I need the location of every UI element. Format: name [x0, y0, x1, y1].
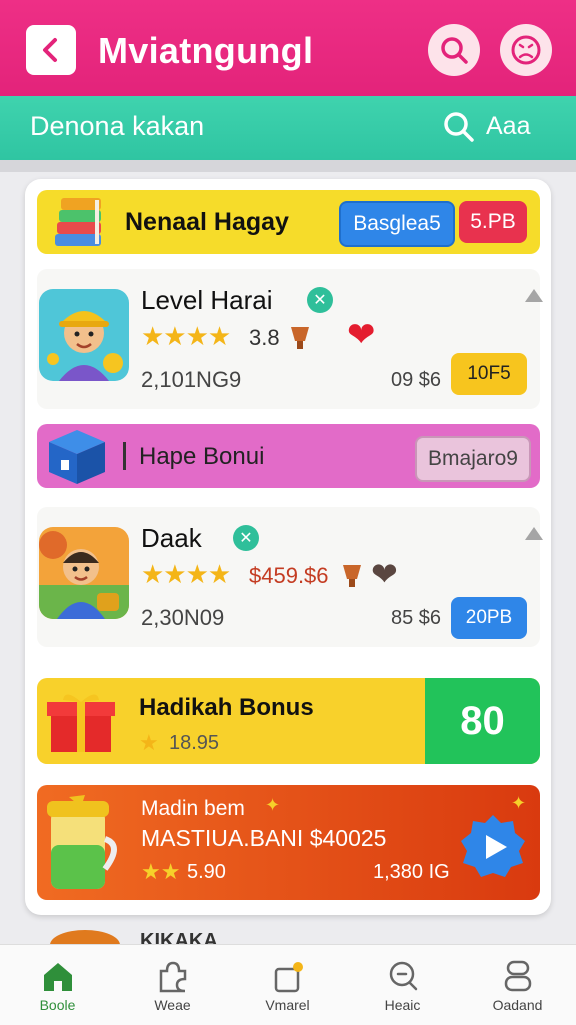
nav-label: Weae — [154, 997, 191, 1013]
jar-icon — [47, 795, 117, 889]
nav-item-oadand[interactable]: Oadand — [460, 945, 575, 1025]
bonus-banner[interactable]: Hape Bonui Bmajaro9 — [37, 424, 540, 488]
trophy-icon — [291, 327, 309, 349]
nav-label: Boole — [39, 997, 76, 1013]
partial-item-title: KIKAKA — [140, 930, 218, 944]
nav-item-weae[interactable]: Weae — [115, 945, 230, 1025]
separator — [123, 442, 126, 470]
books-icon — [55, 198, 101, 246]
gift-icon — [47, 694, 115, 752]
sub-header: Denona kakan Aaa — [0, 96, 576, 160]
game-price: 09 $6 — [391, 369, 442, 391]
chevron-left-icon — [43, 38, 57, 62]
madin-line1: Madin bem — [141, 797, 245, 820]
puzzle-icon — [159, 961, 187, 993]
header-search-button[interactable] — [428, 24, 480, 76]
game-row[interactable]: Daak ✕ ★★★★ $459.$6 ❤ 2,30N09 85 $6 20PB — [37, 507, 543, 647]
game-action-button[interactable]: 20PB — [451, 597, 527, 639]
nav-label: Heaic — [384, 997, 421, 1013]
bonus-button[interactable]: Bmajaro9 — [415, 436, 531, 482]
verified-icon: ✕ — [233, 525, 259, 551]
madin-banner[interactable]: Madin bem ✦ MASTIUA.BANI $40025 ★★ 5.90 … — [37, 785, 540, 900]
game-title: Level Harai — [141, 285, 273, 315]
star-icon: ★ — [139, 730, 159, 755]
verified-icon: ✕ — [307, 287, 333, 313]
nav-label: Vmarel — [265, 997, 310, 1013]
menu-triangle-icon[interactable] — [525, 527, 543, 540]
nav-item-boole[interactable]: Boole — [0, 945, 115, 1025]
madin-count: 1,380 IG — [373, 861, 450, 883]
star-rating-icon: ★★ — [141, 859, 181, 884]
hadikah-bonus-banner[interactable]: Hadikah Bonus ★ 18.95 80 — [37, 678, 540, 764]
sparkle-icon: ✦ — [265, 795, 281, 815]
promo-button-secondary[interactable]: 5.PB — [459, 201, 527, 243]
header-profile-button[interactable] — [500, 24, 552, 76]
farmer-avatar-icon — [39, 527, 129, 619]
promo-title: Nenaal Hagay — [125, 208, 289, 236]
hadikah-title: Hadikah Bonus — [139, 694, 314, 721]
search-icon — [444, 112, 474, 142]
promo-button-primary[interactable]: Basglea5 — [339, 201, 455, 247]
divider — [0, 160, 576, 172]
promo-banner[interactable]: Nenaal Hagay Basglea5 5.PB — [37, 190, 540, 254]
app-title: Mviatngungl — [98, 30, 314, 71]
star-rating-icon: ★★★★ — [141, 559, 231, 589]
hadikah-sub: 18.95 — [169, 732, 220, 754]
heart-icon[interactable]: ❤ — [347, 315, 376, 355]
bottom-navigation: Boole Weae Vmarel Heaic Oadand — [0, 944, 576, 1025]
subheader-search-label[interactable]: Aaa — [486, 112, 530, 141]
hadikah-value: 80 — [460, 698, 505, 743]
nav-item-heaic[interactable]: Heaic — [345, 945, 460, 1025]
home-icon — [44, 963, 72, 991]
search-icon — [389, 961, 418, 991]
hadikah-value-button[interactable]: 80 — [425, 678, 540, 764]
trophy-icon — [343, 565, 361, 587]
top-app-bar: Mviatngungl — [0, 0, 576, 96]
worker-avatar-icon — [39, 289, 129, 381]
sparkle-icon: ✦ — [511, 793, 527, 813]
subheader-search-button[interactable] — [442, 110, 476, 149]
game-thumbnail — [39, 289, 129, 381]
game-rating: $459.$6 — [249, 563, 329, 588]
game-price: 85 $6 — [391, 607, 442, 629]
heart-icon[interactable]: ❤ — [371, 555, 398, 593]
nav-label: Oadand — [492, 997, 543, 1013]
content-card: Nenaal Hagay Basglea5 5.PB Level Harai ✕… — [25, 179, 551, 915]
subheader-title: Denona kakan — [30, 111, 205, 141]
game-downloads: 2,101NG9 — [141, 367, 242, 392]
game-action-button[interactable]: 10F5 — [451, 353, 527, 395]
menu-triangle-icon[interactable] — [525, 289, 543, 302]
game-downloads: 2,30N09 — [141, 605, 225, 630]
bag-icon — [274, 962, 303, 993]
madin-stars-text: 5.90 — [187, 861, 226, 883]
back-button[interactable] — [26, 25, 76, 75]
madin-line2: MASTIUA.BANI $40025 — [141, 825, 387, 851]
search-icon — [441, 37, 468, 64]
star-rating-icon: ★★★★ — [141, 321, 231, 351]
box-icon — [49, 430, 105, 484]
game-row[interactable]: Level Harai ✕ ★★★★ 3.8 ❤ 2,101NG9 09 $6 … — [37, 269, 543, 409]
game-title: Daak — [141, 523, 202, 553]
bonus-title: Hape Bonui — [139, 443, 265, 470]
profile-icon — [504, 960, 532, 992]
game-rating: 3.8 — [249, 325, 280, 350]
play-button-icon[interactable] — [459, 813, 527, 881]
game-thumbnail — [39, 527, 129, 619]
sad-face-icon — [511, 35, 541, 65]
nav-item-vmarel[interactable]: Vmarel — [230, 945, 345, 1025]
